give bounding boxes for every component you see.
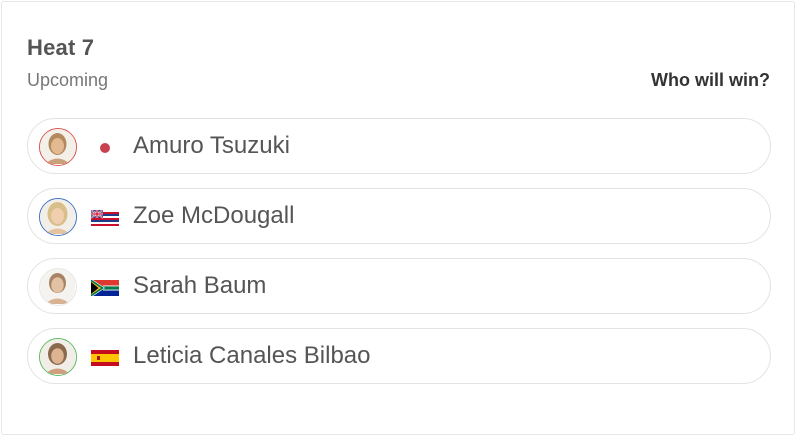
surfer-avatar xyxy=(39,128,77,166)
surfer-name: Leticia Canales Bilbao xyxy=(133,342,371,369)
surfer-row-leticia-canales-bilbao[interactable]: Leticia Canales Bilbao xyxy=(27,328,771,384)
surfer-name: Amuro Tsuzuki xyxy=(133,132,290,159)
surfer-row-zoe-mcdougall[interactable]: Zoe McDougall xyxy=(27,188,771,244)
south-africa-flag-icon xyxy=(91,280,119,296)
surfer-name: Zoe McDougall xyxy=(133,202,295,229)
surfer-avatar xyxy=(39,338,77,376)
spain-flag-icon xyxy=(91,350,119,366)
heat-card: Heat 7 Upcoming Who will win? Amuro Tsuz… xyxy=(1,1,795,435)
surfer-row-sarah-baum[interactable]: Sarah Baum xyxy=(27,258,771,314)
surfer-avatar xyxy=(39,198,77,236)
japan-flag-icon xyxy=(91,140,119,156)
heat-title: Heat 7 xyxy=(27,35,95,60)
surfer-name: Sarah Baum xyxy=(133,272,267,299)
surfer-avatar xyxy=(39,268,77,306)
heat-status: Upcoming xyxy=(27,70,109,90)
who-will-win-link[interactable]: Who will win? xyxy=(651,70,770,91)
surfer-list: Amuro Tsuzuki Zoe McDougall Sarah Baum L… xyxy=(27,118,771,398)
surfer-row-amuro-tsuzuki[interactable]: Amuro Tsuzuki xyxy=(27,118,771,174)
hawaii-flag-icon xyxy=(91,210,119,226)
